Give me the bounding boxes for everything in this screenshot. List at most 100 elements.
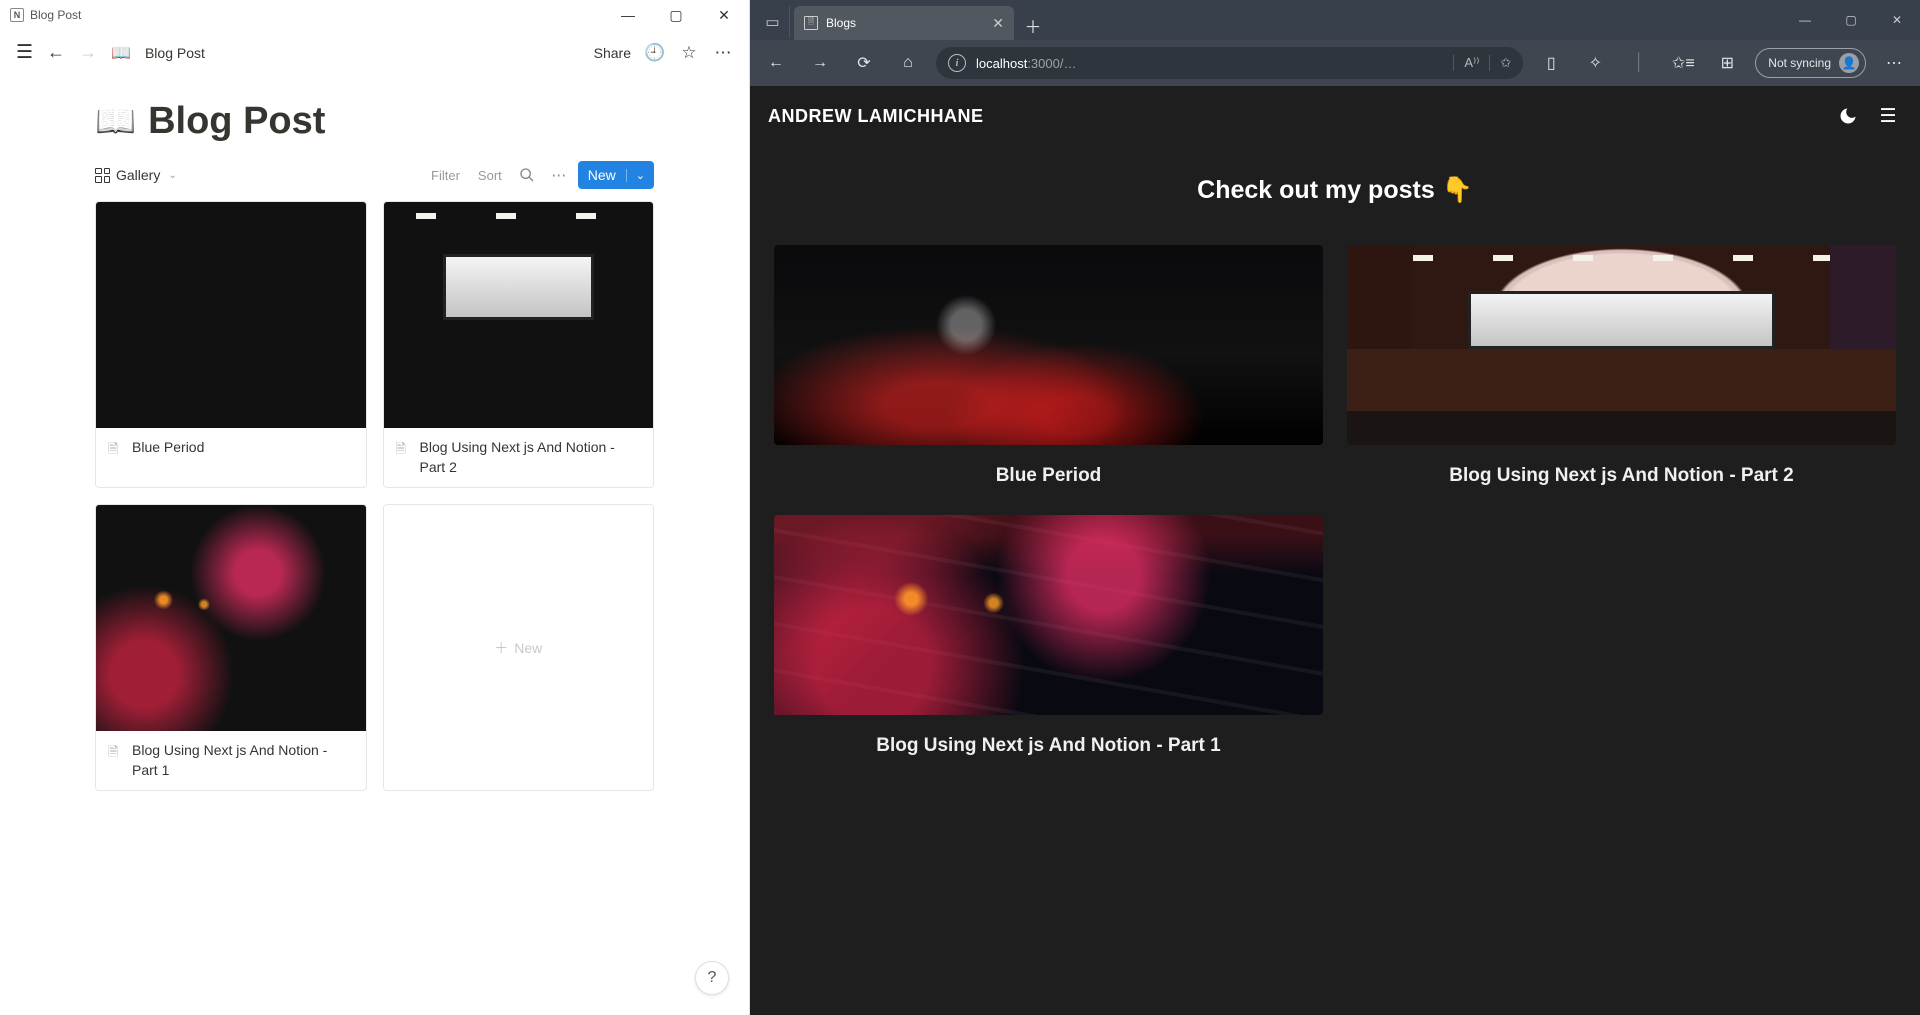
post-title: Blog Using Next js And Notion - Part 2 [1347,465,1896,487]
filter-button[interactable]: Filter [425,164,466,187]
tracking-prevention-icon[interactable]: ▯ [1535,47,1567,79]
browser-window-controls: — ▢ ✕ [1782,0,1920,40]
share-button[interactable]: Share [594,45,631,61]
card-title: Blog Using Next js And Notion - Part 2 [420,438,642,477]
gallery-view-icon [95,168,110,183]
webpage: ANDREW LAMICHHANE ☰ Check out my posts 👇… [750,86,1920,1015]
read-aloud-icon[interactable]: A⁾⁾ [1453,55,1479,71]
page-doc-icon: 🗎 [108,743,124,765]
page-doc-icon: 🗎 [396,440,412,462]
minimize-button[interactable]: — [613,7,643,23]
help-button[interactable]: ? [695,961,729,995]
window-controls: — ▢ ✕ [613,7,739,24]
settings-more-icon[interactable]: ⋯ [1878,47,1910,79]
url-text: localhost:3000/… [976,56,1443,71]
notion-topbar: ☰ ← → 📖 Blog Post Share 🕘 ☆ ⋯ [0,30,749,75]
notion-window: N Blog Post — ▢ ✕ ☰ ← → 📖 Blog Post Shar… [0,0,750,1015]
edge-toolbar: ← → ⟳ ⌂ i localhost:3000/… A⁾⁾ ✩ ▯ ✧ │ ✩… [750,40,1920,86]
db-more-icon[interactable]: ⋯ [546,162,572,188]
help-icon: ? [708,969,717,987]
view-selector[interactable]: Gallery ⌄ [95,163,177,187]
new-card-label: ＋ New [494,638,542,658]
tab-favicon-icon: 🗎 [804,16,818,30]
maximize-button[interactable]: ▢ [1828,0,1874,40]
breadcrumb[interactable]: Blog Post [145,45,205,61]
favorites-icon[interactable]: ✩≡ [1667,47,1699,79]
tab-title: Blogs [826,16,984,30]
tab-close-icon[interactable]: ✕ [992,15,1004,32]
post-card[interactable]: Blog Using Next js And Notion - Part 1 [774,515,1323,757]
posts-heading: Check out my posts 👇 [750,176,1920,205]
nav-forward-icon[interactable]: → [79,42,97,63]
search-icon[interactable] [514,162,540,188]
notion-titlebar-left: N Blog Post [10,8,81,22]
url-host: localhost [976,56,1027,71]
gallery-card[interactable]: 🗎 Blog Using Next js And Notion - Part 2 [383,201,655,488]
tab-actions-icon[interactable]: ▭ [756,6,790,38]
notion-logo-icon: N [10,8,24,22]
card-thumbnail [96,202,366,428]
new-page-card[interactable]: ＋ New [383,504,655,791]
site-info-icon[interactable]: i [948,54,966,72]
edge-titlebar: ▭ 🗎 Blogs ✕ ＋ — ▢ ✕ [750,0,1920,40]
chevron-down-icon: ⌄ [168,170,176,181]
theme-toggle-icon[interactable] [1834,102,1862,130]
notion-titlebar: N Blog Post — ▢ ✕ [0,0,749,30]
card-title: Blog Using Next js And Notion - Part 1 [132,741,354,780]
post-thumbnail [774,245,1323,445]
maximize-button[interactable]: ▢ [661,7,691,24]
post-card[interactable]: Blog Using Next js And Notion - Part 2 [1347,245,1896,487]
site-logo[interactable]: ANDREW LAMICHHANE [768,106,983,127]
add-favorite-icon[interactable]: ✩ [1489,55,1511,71]
profile-avatar-icon: 👤 [1839,53,1859,73]
nav-back-icon[interactable]: ← [47,42,65,63]
new-button-caret-icon[interactable]: ⌄ [626,169,654,182]
page-header: 📖 Blog Post [95,100,654,143]
post-title: Blue Period [774,465,1323,487]
page-emoji-icon[interactable]: 📖 [95,102,136,141]
post-card[interactable]: Blue Period [774,245,1323,487]
new-button-label: New [578,167,626,183]
gallery-grid: 🗎 Blue Period 🗎 Blog Using Next js And N… [95,201,654,791]
extensions-icon[interactable]: ✧ [1579,47,1611,79]
more-icon[interactable]: ⋯ [713,43,733,63]
close-button[interactable]: ✕ [709,7,739,24]
browser-tab[interactable]: 🗎 Blogs ✕ [794,6,1014,40]
sidebar-toggle-icon[interactable]: ☰ [16,41,33,64]
refresh-icon[interactable]: ⟳ [848,47,880,79]
minimize-button[interactable]: — [1782,0,1828,40]
home-icon[interactable]: ⌂ [892,47,924,79]
page-icon: 📖 [111,43,131,63]
page-doc-icon: 🗎 [108,440,124,462]
updates-icon[interactable]: 🕘 [645,43,665,63]
address-bar[interactable]: i localhost:3000/… A⁾⁾ ✩ [936,47,1523,79]
favorite-icon[interactable]: ☆ [679,43,699,63]
nav-forward-icon[interactable]: → [804,47,836,79]
menu-icon[interactable]: ☰ [1874,102,1902,130]
pointing-down-icon: 👇 [1442,176,1473,204]
new-button[interactable]: New ⌄ [578,161,654,189]
close-button[interactable]: ✕ [1874,0,1920,40]
edge-window: ▭ 🗎 Blogs ✕ ＋ — ▢ ✕ ← → ⟳ ⌂ i localhost:… [750,0,1920,1015]
posts-grid: Blue Period Blog Using Next js And Notio… [750,245,1920,797]
nav-back-icon[interactable]: ← [760,47,792,79]
tab-strip: ▭ 🗎 Blogs ✕ ＋ [750,6,1782,40]
database-toolbar: Gallery ⌄ Filter Sort ⋯ New ⌄ [95,161,654,189]
sort-button[interactable]: Sort [472,164,508,187]
new-tab-button[interactable]: ＋ [1018,10,1048,40]
gallery-card[interactable]: 🗎 Blog Using Next js And Notion - Part 1 [95,504,367,791]
collections-icon[interactable]: ⊞ [1711,47,1743,79]
notion-content: 📖 Blog Post Gallery ⌄ Filter Sort ⋯ New … [0,75,749,1015]
page-title[interactable]: Blog Post [148,100,325,143]
sync-label: Not syncing [1768,56,1831,70]
url-rest: :3000/… [1027,56,1076,71]
view-label: Gallery [116,167,160,183]
window-title: Blog Post [30,8,81,22]
card-thumbnail [384,202,654,428]
post-title: Blog Using Next js And Notion - Part 1 [774,735,1323,757]
post-thumbnail [1347,245,1896,445]
plus-icon: ＋ [494,638,508,658]
profile-sync-button[interactable]: Not syncing 👤 [1755,48,1866,78]
gallery-card[interactable]: 🗎 Blue Period [95,201,367,488]
card-thumbnail [96,505,366,731]
